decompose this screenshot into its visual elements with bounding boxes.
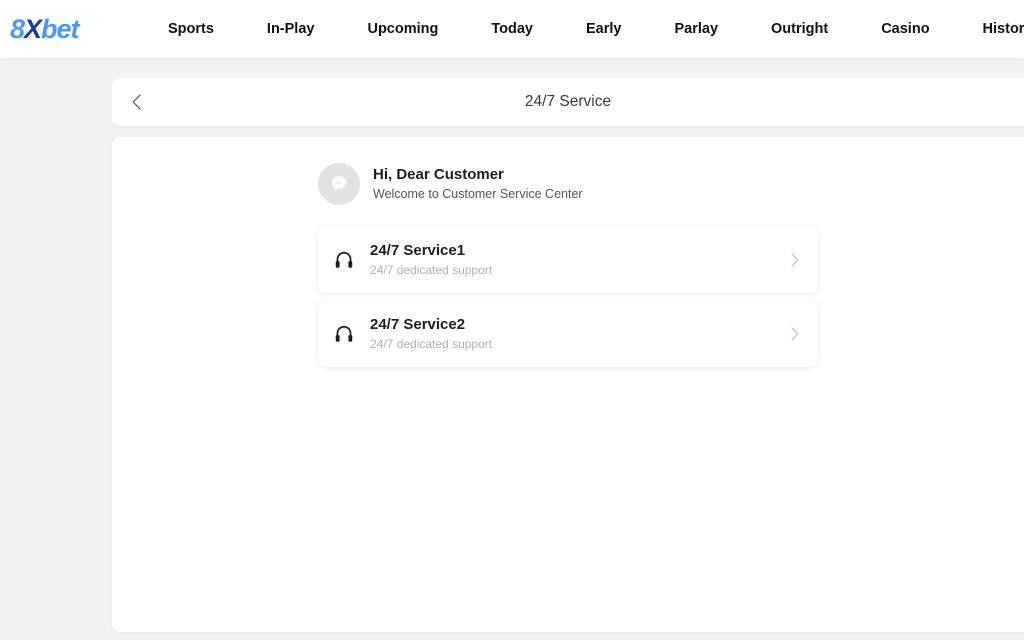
- nav-item-in-play[interactable]: In-Play: [267, 15, 315, 43]
- service-card-2-subtitle: 24/7 dedicated support: [370, 337, 493, 352]
- back-button[interactable]: [116, 78, 156, 126]
- nav-item-sports[interactable]: Sports: [168, 15, 214, 43]
- page-body: 24/7 Service Hi, Dear Customer Welcome t…: [0, 58, 1024, 640]
- chat-bubble-smile-icon: [331, 176, 347, 192]
- avatar: [318, 163, 360, 205]
- service-card-1-body: 24/7 Service1 24/7 dedicated support: [370, 240, 772, 279]
- service-card-2-title: 24/7 Service2: [370, 316, 466, 334]
- greeting-block: Hi, Dear Customer Welcome to Customer Se…: [318, 137, 818, 205]
- headphones-icon: [318, 323, 370, 345]
- brand-logo-part-2: X: [24, 13, 42, 44]
- chevron-right-icon[interactable]: [772, 327, 818, 341]
- service-card-1-title: 24/7 Service1: [370, 242, 466, 260]
- greeting-subtitle: Welcome to Customer Service Center: [373, 187, 583, 202]
- top-navigation-bar: 8Xbet Sports In-Play Upcoming Today Earl…: [0, 0, 1024, 58]
- chevron-left-icon: [132, 94, 141, 110]
- nav-item-upcoming[interactable]: Upcoming: [367, 15, 438, 43]
- nav-item-parlay[interactable]: Parlay: [674, 15, 718, 43]
- chevron-right-icon[interactable]: [772, 253, 818, 267]
- brand-logo-part-3: bet: [41, 13, 79, 44]
- service-list: 24/7 Service1 24/7 dedicated support 24/…: [318, 227, 818, 367]
- nav-item-outright[interactable]: Outright: [771, 15, 828, 43]
- greeting-text: Hi, Dear Customer Welcome to Customer Se…: [373, 164, 583, 204]
- service-content-panel: Hi, Dear Customer Welcome to Customer Se…: [112, 137, 1024, 632]
- page-title: 24/7 Service: [524, 93, 612, 110]
- page-header-bar: 24/7 Service: [112, 78, 1024, 126]
- nav-item-casino[interactable]: Casino: [881, 15, 929, 43]
- brand-logo-part-1: 8: [10, 13, 25, 44]
- nav-item-history[interactable]: History: [983, 15, 1024, 43]
- service-card-2-body: 24/7 Service2 24/7 dedicated support: [370, 314, 772, 353]
- greeting-title: Hi, Dear Customer: [373, 166, 504, 184]
- brand-logo: 8Xbet: [10, 13, 80, 44]
- brand-logo-link[interactable]: 8Xbet: [0, 13, 112, 44]
- primary-nav-items: Sports In-Play Upcoming Today Early Parl…: [112, 15, 1024, 43]
- service-card-1-subtitle: 24/7 dedicated support: [370, 263, 493, 278]
- service-card-1[interactable]: 24/7 Service1 24/7 dedicated support: [318, 227, 818, 293]
- nav-item-today[interactable]: Today: [491, 15, 533, 43]
- headphones-icon: [318, 249, 370, 271]
- nav-item-early[interactable]: Early: [586, 15, 621, 43]
- service-inner-container: Hi, Dear Customer Welcome to Customer Se…: [318, 137, 818, 367]
- service-card-2[interactable]: 24/7 Service2 24/7 dedicated support: [318, 301, 818, 367]
